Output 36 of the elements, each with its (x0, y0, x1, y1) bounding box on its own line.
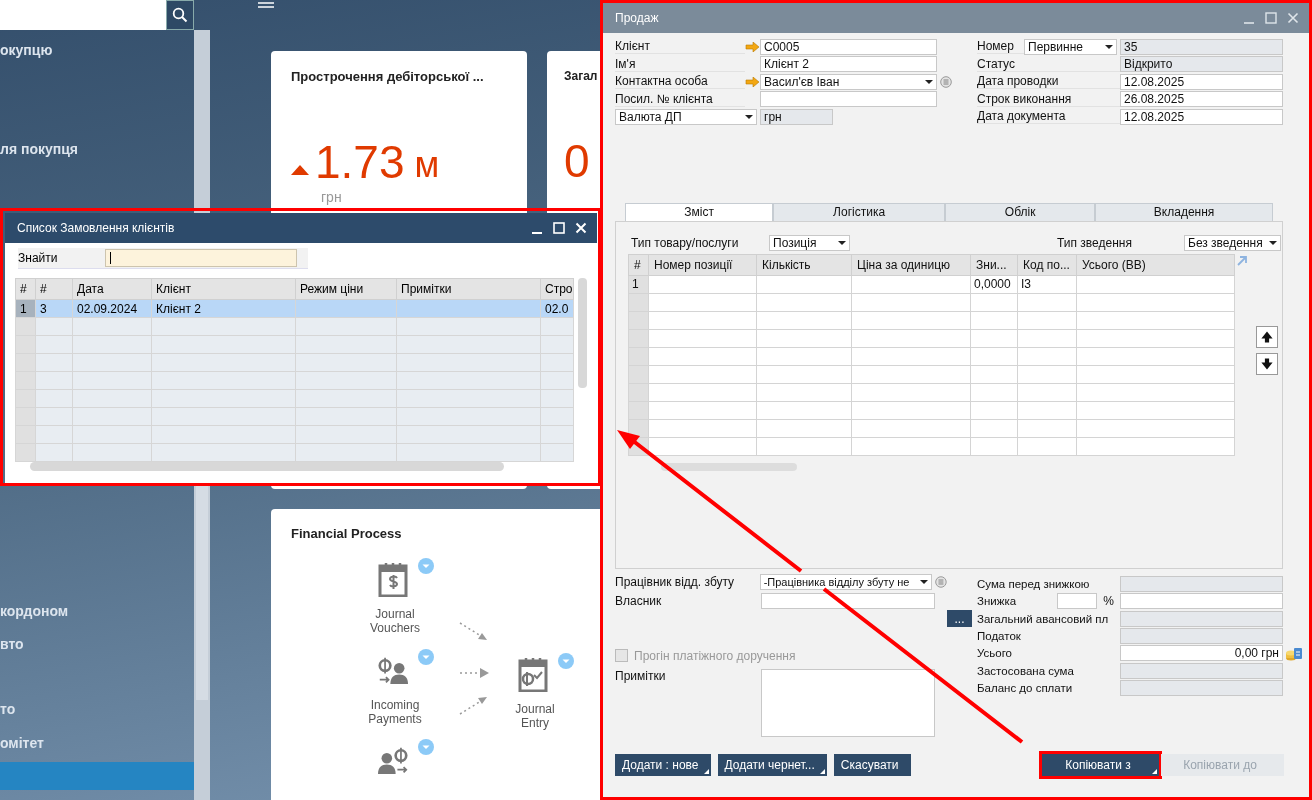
field-label: Тип товару/послуги (630, 236, 740, 250)
card-title: Financial Process (291, 526, 402, 541)
find-label: Знайти (18, 251, 59, 265)
field-label: Тип зведення (1057, 236, 1133, 250)
field-label: Клієнт (615, 39, 745, 55)
field-label: Усього (977, 647, 1013, 660)
kpi-unit: м (414, 145, 440, 185)
action-button: Копіювати до (1161, 754, 1284, 776)
field-label: Сума перед знижкою (977, 578, 1091, 591)
field-label: Посил. № клієнта (615, 91, 745, 107)
field-label: Статус (977, 56, 1120, 72)
field-label: Ім'я (615, 56, 745, 72)
kpi-value: 0 (564, 138, 590, 184)
input-field: 35 (1120, 38, 1283, 55)
currency-field: грн (760, 108, 833, 125)
window-title: Список Замовлення клієнтів (17, 221, 176, 235)
field-label: Застосована сума (977, 664, 1075, 677)
field-label: Дата документа (977, 109, 1120, 125)
field-label: Знижка (977, 595, 1018, 608)
field-label: Загальний авансовий пл (977, 612, 1110, 625)
checkbox-label: Прогін платіжного доручення (634, 648, 796, 663)
card-title: Загал (564, 69, 598, 83)
currency-label: грн (321, 189, 343, 205)
field-label: Строк виконання (977, 91, 1120, 107)
field-label: Примітки (615, 668, 667, 683)
percent-sign: % (1102, 594, 1115, 609)
window-title: Продаж (615, 11, 660, 25)
field-label: Дата проводки (977, 74, 1120, 90)
card-title: Прострочення дебіторської ... (291, 69, 484, 84)
kpi-value: 1.73 (315, 139, 405, 185)
field-label: Податок (977, 630, 1022, 643)
field-label: Баланс до сплати (977, 681, 1074, 694)
field-label: Працівник відд. збуту (615, 575, 736, 589)
field-label: Власник (615, 594, 663, 608)
input-field: Відкрито (1120, 56, 1283, 73)
field-label: Контактна особа (615, 74, 745, 90)
